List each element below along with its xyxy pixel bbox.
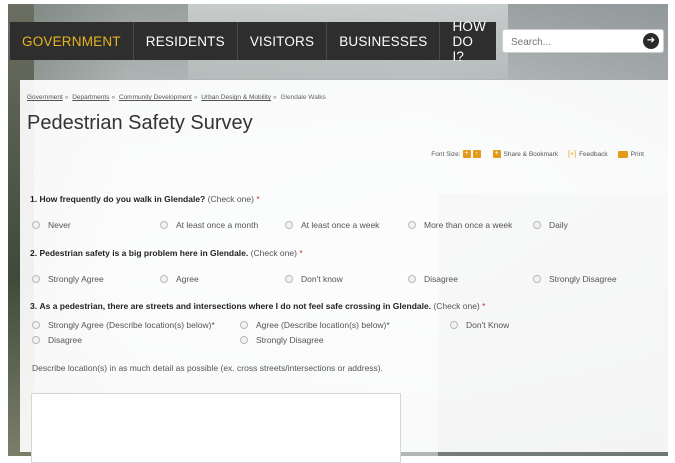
radio-button[interactable] [450,321,458,329]
page-tools: Font Size: + - + Share & Bookmark [+] Fe… [431,150,644,158]
question-2-required: * [299,248,303,258]
location-description-textarea[interactable] [31,393,401,463]
main-nav: GOVERNMENT RESIDENTS VISITORS BUSINESSES… [10,19,498,64]
question-3-text: As a pedestrian, there are streets and i… [39,301,432,311]
question-2: 2. Pedestrian safety is a big problem he… [30,248,303,258]
radio-button[interactable] [533,221,541,229]
search-box: ➜ [502,29,664,53]
arrow-right-icon[interactable]: ➜ [643,33,659,49]
breadcrumb-link-government[interactable]: Government [27,94,63,101]
question-1-hint: (Check one) [207,194,254,204]
breadcrumb-link-urban-design[interactable]: Urban Design & Mobility [201,94,271,101]
share-icon: + [492,150,501,158]
q2-option-agree[interactable]: Agree [160,274,199,284]
question-2-number: 2. [30,248,38,258]
question-1: 1. How frequently do you walk in Glendal… [30,194,260,204]
question-2-text: Pedestrian safety is a big problem here … [39,248,249,258]
question-1-required: * [256,194,260,204]
nav-item-visitors[interactable]: VISITORS [238,22,328,60]
feedback-label: Feedback [579,150,608,158]
radio-button[interactable] [533,275,541,283]
q1-option-weekly[interactable]: At least once a week [285,220,379,230]
question-1-number: 1. [30,194,38,204]
radio-button[interactable] [408,221,416,229]
question-1-text: How frequently do you walk in Glendale? [39,194,206,204]
q2-option-strongly-disagree[interactable]: Strongly Disagree [533,274,617,284]
radio-button[interactable] [285,275,293,283]
describe-location-label: Describe location(s) in as much detail a… [32,363,384,373]
feedback-icon: [+] [568,150,577,158]
breadcrumb: Government» Departments» Community Devel… [27,94,326,101]
radio-button[interactable] [408,275,416,283]
nav-item-residents[interactable]: RESIDENTS [134,22,238,60]
q1-option-never[interactable]: Never [32,220,71,230]
radio-button[interactable] [285,221,293,229]
q3-option-strongly-disagree[interactable]: Strongly Disagree [240,335,324,345]
question-2-hint: (Check one) [250,248,297,258]
share-label: Share & Bookmark [503,150,559,158]
question-3-required: * [482,301,486,311]
radio-button[interactable] [32,336,40,344]
print-icon [617,150,628,158]
content-panel: Government» Departments» Community Devel… [20,80,668,463]
q3-option-agree[interactable]: Agree (Describe location(s) below)* [240,320,390,330]
question-3: 3. As a pedestrian, there are streets an… [30,301,485,311]
radio-button[interactable] [32,275,40,283]
q2-option-dont-know[interactable]: Don't know [285,274,343,284]
radio-button[interactable] [160,275,168,283]
font-increase-button[interactable]: + [462,150,471,158]
print-link[interactable]: Print [617,150,644,158]
nav-item-government[interactable]: GOVERNMENT [10,22,134,60]
nav-item-how-do-i[interactable]: HOW DO I? [440,19,498,64]
q2-option-disagree[interactable]: Disagree [408,274,458,284]
q3-option-dont-know[interactable]: Don't Know [450,320,509,330]
radio-button[interactable] [160,221,168,229]
question-3-number: 3. [30,301,38,311]
q3-option-strongly-agree[interactable]: Strongly Agree (Describe location(s) bel… [32,320,215,330]
breadcrumb-current: Glendale Walks [280,94,326,101]
radio-button[interactable] [32,321,40,329]
nav-item-businesses[interactable]: BUSINESSES [327,22,441,60]
feedback-link[interactable]: [+] Feedback [568,151,608,158]
font-decrease-button[interactable]: - [472,150,481,158]
radio-button[interactable] [240,336,248,344]
q1-option-daily[interactable]: Daily [533,220,568,230]
page-title: Pedestrian Safety Survey [27,112,253,134]
share-bookmark-link[interactable]: + Share & Bookmark [491,150,559,158]
font-size-label: Font Size: [431,150,461,158]
q2-option-strongly-agree[interactable]: Strongly Agree [32,274,104,284]
radio-button[interactable] [240,321,248,329]
q1-option-more-than-weekly[interactable]: More than once a week [408,220,512,230]
breadcrumb-link-departments[interactable]: Departments [72,94,109,101]
radio-button[interactable] [32,221,40,229]
breadcrumb-link-community-development[interactable]: Community Development [119,94,192,101]
q3-option-disagree[interactable]: Disagree [32,335,82,345]
search-input[interactable] [509,33,641,51]
q1-option-monthly[interactable]: At least once a month [160,220,258,230]
print-label: Print [630,150,644,158]
question-3-hint: (Check one) [433,301,480,311]
